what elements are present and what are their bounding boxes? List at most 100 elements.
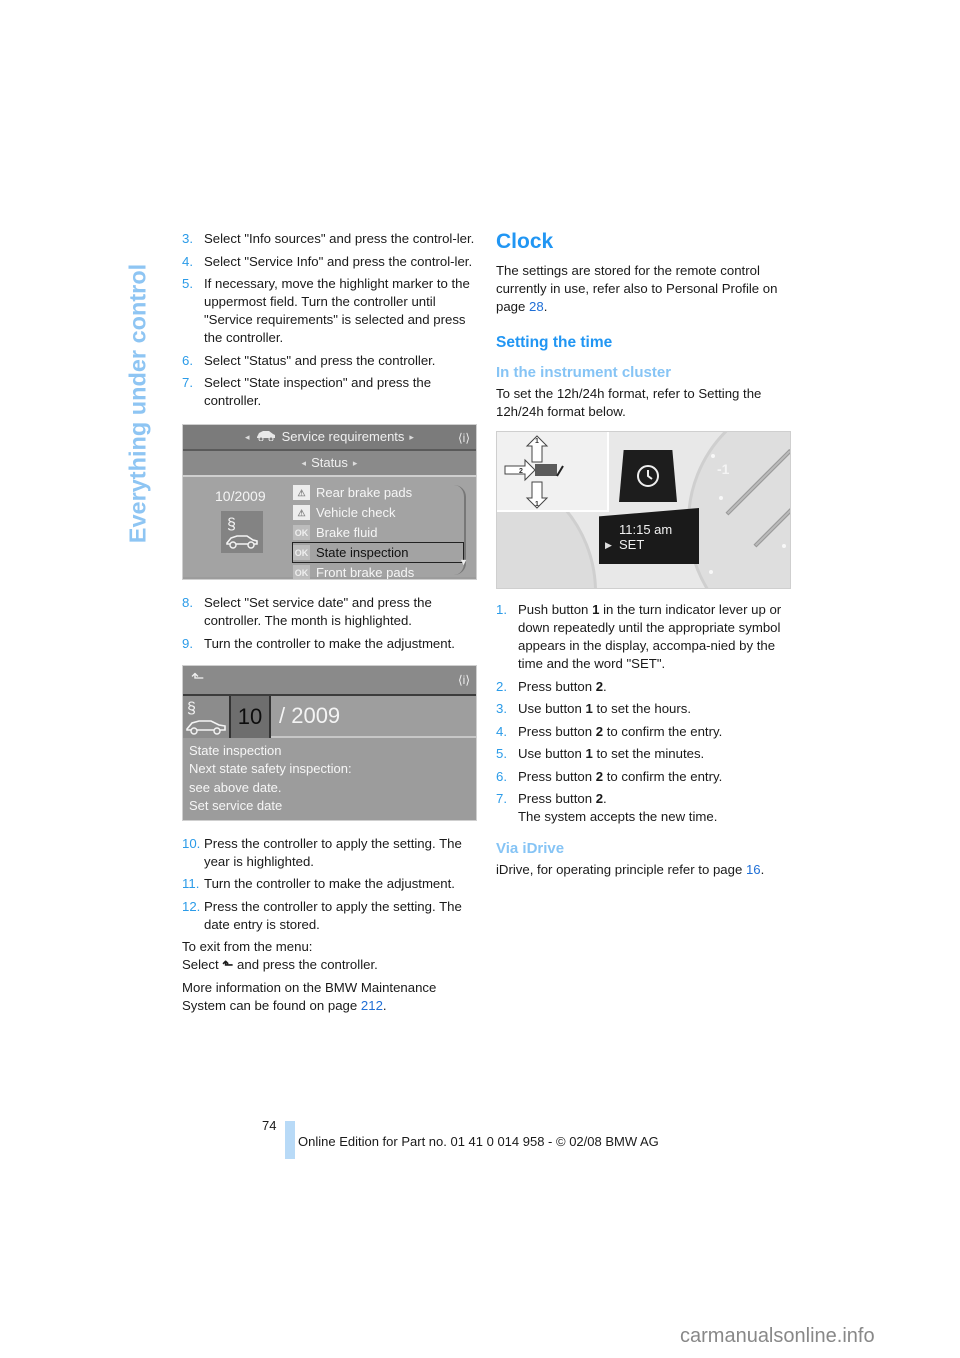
instrument-cluster-image: -1 1 1 2 ▶ 11:15 am SET — [496, 431, 791, 589]
step-item: 1. Push button 1 in the turn indicator le… — [496, 601, 792, 673]
subheading-instrument-cluster: In the instrument cluster — [496, 364, 672, 381]
step-item: 7. Select "State inspection" and press th… — [182, 374, 478, 410]
exit-instructions: To exit from the menu: Select ⬑ and pres… — [182, 938, 478, 974]
button-1-label: 1 — [535, 438, 539, 445]
service-date: 10/2009 — [215, 488, 266, 504]
step-text: Select "Status" and press the controller… — [204, 352, 436, 368]
step-item: 5. If necessary, move the highlight marke… — [182, 275, 478, 347]
description-line: Set service date — [189, 798, 283, 813]
chapter-side-title: Everything under control — [118, 230, 158, 590]
service-item-selected: OK State inspection — [292, 542, 464, 563]
step-number: 7. — [496, 791, 507, 806]
time-value: 11:15 am — [619, 522, 673, 537]
screen-subheader-bar: ◂ Status ▸ — [183, 451, 476, 477]
step-text: Press button 2. The system accepts the ne… — [518, 790, 792, 826]
step-text-pre: Use button — [518, 701, 586, 716]
step-text-post: . — [603, 678, 607, 694]
step-text: Use button 1 to set the minutes. — [518, 745, 792, 763]
service-item-label: Rear brake pads — [316, 484, 413, 500]
warning-icon: ⚠ — [293, 505, 310, 520]
inspection-description: State inspection Next state safety inspe… — [183, 738, 476, 820]
clock-steps-list: 1. Push button 1 in the turn indicator le… — [496, 601, 792, 826]
car-icon — [255, 428, 277, 446]
page-link-212[interactable]: 212 — [361, 998, 383, 1013]
button-ref: 2 — [595, 678, 604, 694]
step-number: 6. — [496, 768, 507, 784]
more-info-text: More information on the BMW Maintenance … — [182, 979, 437, 1013]
arrow-left-icon: ◂ — [245, 432, 250, 442]
clock-intro: The settings are stored for the remote c… — [496, 262, 792, 316]
step-number: 5. — [496, 746, 507, 761]
pointer-icon: ▶ — [605, 540, 612, 550]
step-text: Press button 2 to confirm the entry. — [518, 768, 792, 786]
idrive-paragraph: iDrive, for operating principle refer to… — [496, 861, 792, 879]
idrive-text: iDrive, for operating principle refer to… — [496, 862, 743, 877]
step-text: Press button 2 to confirm the entry. — [518, 723, 792, 741]
scroll-down-icon: ▼ — [459, 557, 468, 567]
button-ref: 1 — [585, 746, 593, 761]
lever-diagram-icon: 1 1 2 — [504, 435, 564, 509]
month-value: 10 — [231, 695, 271, 738]
step-number: 2. — [496, 678, 507, 694]
footer-accent-bar — [285, 1121, 295, 1159]
arrow-left-icon: ◂ — [301, 458, 307, 468]
more-info-paragraph: More information on the BMW Maintenance … — [182, 979, 478, 1015]
step-item: 7. Press button 2. The system accepts the … — [496, 790, 792, 826]
service-item: OK Front brake pads — [293, 563, 463, 580]
step-number: 6. — [182, 352, 193, 368]
info-icon: ⟨i⟩ — [457, 431, 470, 445]
service-item: ⚠ Rear brake pads — [293, 483, 463, 502]
step-text-pre: Press button — [518, 723, 596, 739]
chapter-title-text: Everything under control — [124, 263, 151, 544]
info-icon: ⟨i⟩ — [457, 672, 470, 687]
service-items-list: ⚠ Rear brake pads ⚠ Vehicle check OK Brake … — [292, 483, 464, 580]
step-number: 1. — [496, 602, 507, 617]
screen-header-bar: ◂ Service requirements ▸ ⟨i⟩ — [183, 425, 476, 451]
button-ref: 2 — [595, 791, 604, 806]
button-ref: 1 — [585, 701, 593, 716]
gauge-number: -1 — [717, 461, 730, 477]
exit-line-2-pre: Select — [182, 957, 219, 972]
steps-list-b: 8. Select "Set service date" and press th… — [182, 594, 478, 653]
set-service-date-screen-image: ⬑ ⟨i⟩ § 10 / 2009 State inspection Next … — [182, 664, 477, 821]
step-text: Select "State inspection" and press the … — [204, 375, 432, 408]
step-item: 6. Select "Status" and press the controll… — [182, 352, 478, 370]
year-value: / 2009 — [279, 702, 341, 728]
warning-icon: ⚠ — [293, 485, 310, 500]
step-number: 3. — [182, 231, 193, 246]
clock-symbol-display — [619, 450, 677, 502]
page-link-28[interactable]: 28 — [529, 299, 544, 314]
step-number: 7. — [182, 375, 193, 390]
step-text-pre: Press button — [518, 791, 596, 806]
page-number: 74 — [262, 1118, 277, 1133]
service-requirements-screen-image: ◂ Service requirements ▸ ⟨i⟩ ◂ Status ▸ … — [182, 424, 477, 580]
step-number: 12. — [182, 898, 201, 914]
description-line: Next state safety inspection: — [189, 761, 352, 776]
button-ref: 2 — [595, 768, 604, 784]
set-label: SET — [619, 537, 645, 552]
right-column: Clock The settings are stored for the re… — [496, 230, 792, 884]
gauge-tick — [709, 570, 713, 574]
watermark: carmanualsonline.info — [680, 1325, 875, 1347]
step-text: Select "Service Info" and press the cont… — [204, 253, 473, 269]
step-number: 8. — [182, 595, 193, 610]
step-text-post: to confirm the entry. — [603, 768, 723, 784]
service-item-label: Vehicle check — [316, 504, 396, 520]
step-text: Use button 1 to set the hours. — [518, 700, 792, 718]
step-text-pre: Press button — [518, 768, 596, 784]
screen-header-title: Service requirements — [281, 429, 405, 444]
step-text-pre: Use button — [518, 746, 586, 761]
ok-badge: OK — [293, 565, 310, 579]
step-number: 9. — [182, 635, 193, 651]
step-number: 11. — [182, 876, 200, 891]
back-arrow-icon: ⬑ — [222, 957, 234, 972]
subheading-via-idrive: Via iDrive — [496, 840, 565, 857]
service-item-label: Brake fluid — [316, 524, 378, 540]
page-link-16[interactable]: 16 — [746, 862, 761, 877]
button-1-label: 1 — [535, 501, 539, 508]
step-item: 3. Select "Info sources" and press the co… — [182, 230, 478, 248]
service-item-label: Front brake pads — [316, 564, 415, 580]
step-text-pre: Push button — [518, 602, 593, 617]
step-text: Press the controller to apply the settin… — [204, 898, 462, 932]
screen-subheader-title: Status — [311, 455, 348, 470]
